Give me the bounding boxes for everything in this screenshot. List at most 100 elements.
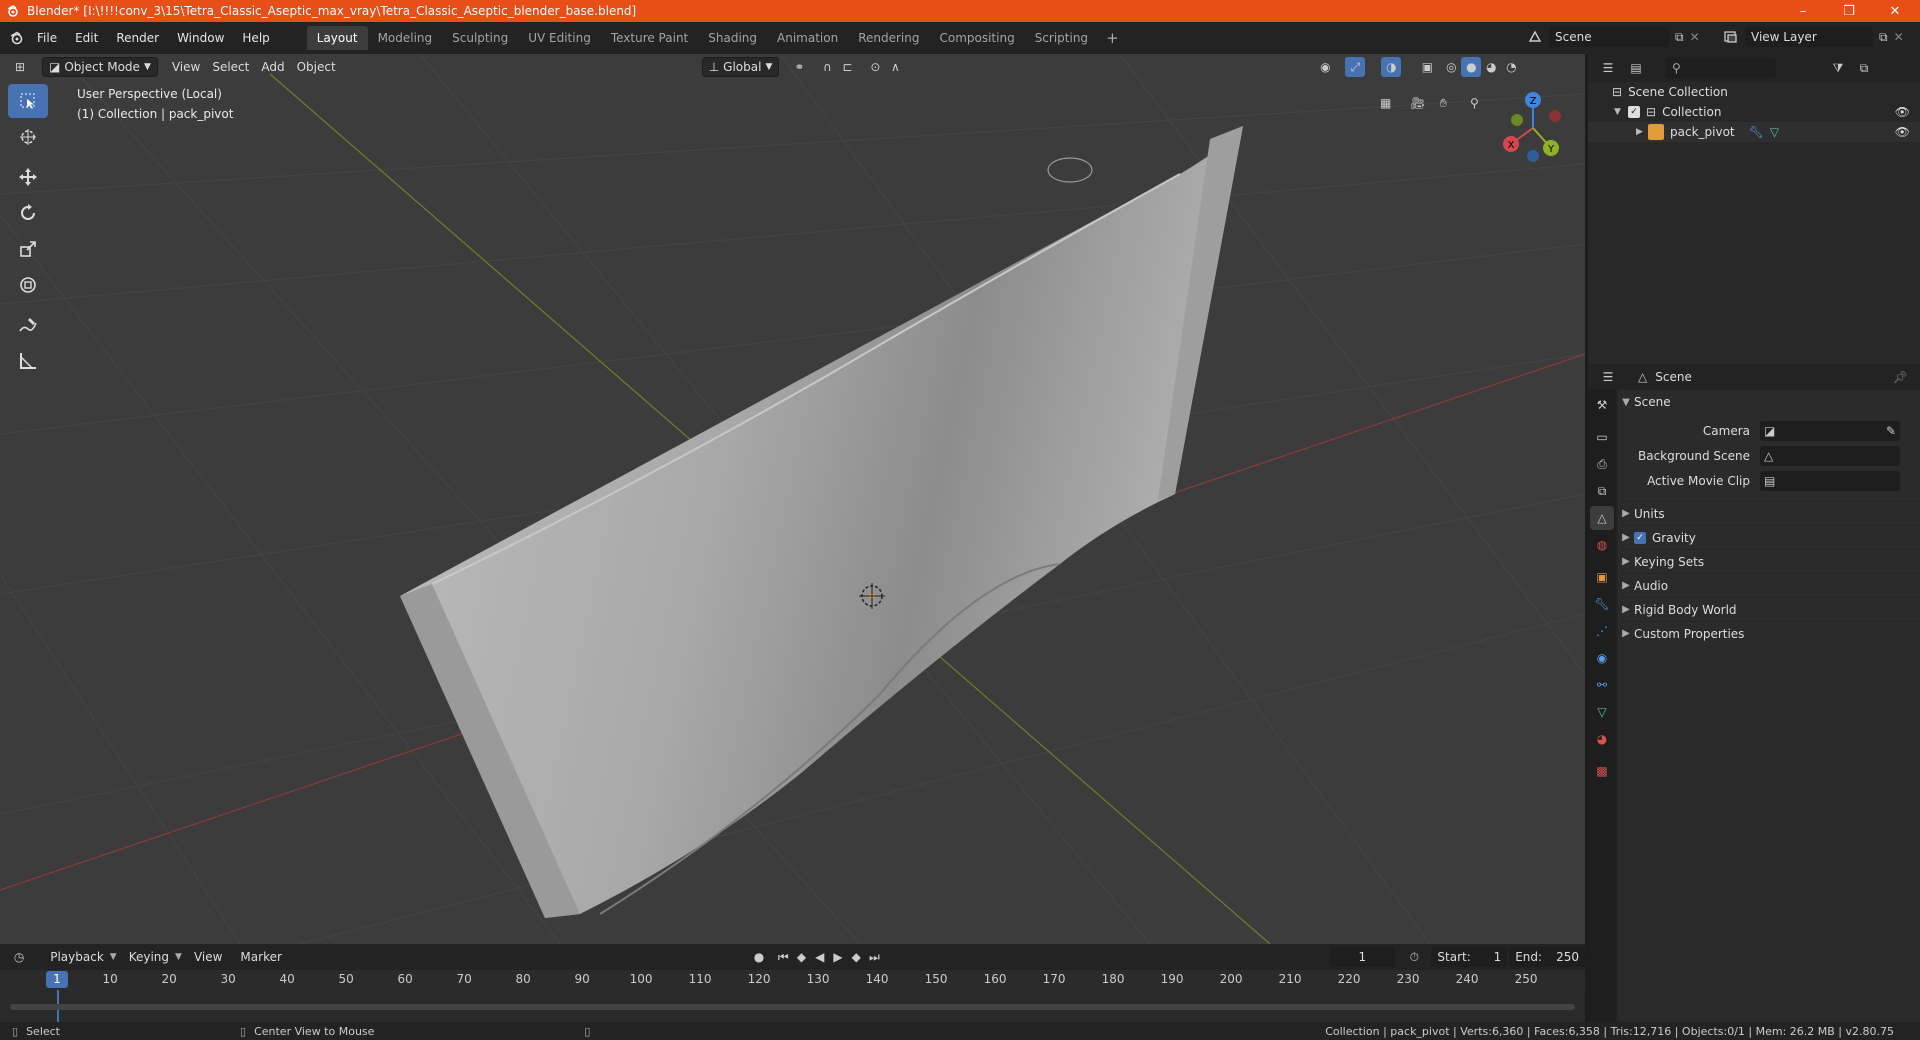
view-layer-selector[interactable]: View Layer ⧉ ✕ [1723,26,1913,48]
tab-object[interactable]: ▣ [1590,565,1614,589]
tab-render[interactable]: ▭ [1590,425,1614,449]
play-icon[interactable]: ▶ [829,947,847,967]
menu-help[interactable]: Help [233,22,278,54]
minimize-button[interactable]: – [1780,0,1826,22]
timeline-scrollbar[interactable] [10,1004,1575,1010]
tab-texture[interactable]: ▩ [1590,759,1614,783]
pin-icon[interactable]: 📌︎ [1893,370,1908,384]
outliner-search-input[interactable]: ⚲ [1666,58,1776,78]
move-tool[interactable] [8,160,48,194]
wireframe-shading-icon[interactable]: ◎ [1441,57,1461,77]
tab-uv-editing[interactable]: UV Editing [518,26,601,50]
pack-pivot-mesh[interactable] [400,126,1243,918]
custom-properties-panel[interactable]: ▶ Custom Properties [1618,621,1920,645]
outliner-editor-type-icon[interactable]: ☰ [1598,58,1618,78]
orientation-dropdown[interactable]: ⊥ Global ▼ [701,57,780,77]
eye-icon[interactable]: 👁︎ [1895,105,1910,119]
transform-tool[interactable] [8,268,48,302]
tab-view-layer[interactable]: ⧉ [1590,479,1614,503]
overlay-toggle-icon[interactable]: ◑ [1381,57,1402,77]
editor-type-icon[interactable]: ⊞ [10,57,30,77]
menu-file[interactable]: File [28,22,66,54]
scene-selector[interactable]: Scene ⧉ ✕ [1527,26,1710,48]
viewport-scene[interactable] [0,54,1585,944]
frame-ruler[interactable]: 1 10 20 30 40 50 60 70 80 90 100 110 120 130 140 150 160… [0,970,1585,990]
properties-editor-type-icon[interactable]: ☰ [1598,367,1618,387]
menu-edit[interactable]: Edit [66,22,107,54]
stopwatch-icon[interactable]: ⏱︎ [1405,947,1423,967]
material-shading-icon[interactable]: ◕ [1481,57,1501,77]
view-layer-field[interactable]: View Layer [1745,27,1873,47]
filter-icon[interactable]: ⧩ [1828,58,1848,78]
new-collection-icon[interactable]: ⧉ [1854,58,1874,78]
falloff-icon[interactable]: ∧ [885,57,905,77]
delete-view-layer-icon[interactable]: ✕ [1894,30,1904,44]
display-mode-icon[interactable]: ▤ [1626,58,1646,78]
tab-material[interactable]: ◕ [1590,727,1614,751]
eyedropper-icon[interactable]: ✎ [1886,424,1896,438]
mesh-data-icon[interactable]: ▽ [1770,125,1779,139]
background-scene-field[interactable]: △ [1760,445,1900,466]
jump-start-icon[interactable]: ⏮︎ [774,947,792,967]
proportional-edit-icon[interactable]: ⊙ [865,57,885,77]
gravity-checkbox[interactable]: ✓ [1634,531,1646,544]
tab-layout[interactable]: Layout [306,26,368,50]
timeline-menu-view[interactable]: View [188,947,228,967]
tab-physics[interactable]: ◉ [1590,646,1614,670]
play-reverse-icon[interactable]: ◀ [811,947,829,967]
cursor-tool[interactable] [8,120,48,154]
expand-arrow-icon[interactable]: ▼ [1614,107,1628,117]
jump-keyframe-forward-icon[interactable]: ◆ [847,947,865,967]
viewport-menu-select[interactable]: Select [206,57,255,77]
scale-tool[interactable] [8,232,48,266]
add-workspace-button[interactable]: + [1098,26,1127,50]
rigid-body-world-panel[interactable]: ▶ Rigid Body World [1618,597,1920,621]
viewport-menu-object[interactable]: Object [291,57,342,77]
jump-keyframe-back-icon[interactable]: ◆ [792,947,810,967]
tab-texture-paint[interactable]: Texture Paint [601,26,698,50]
current-frame-marker[interactable]: 1 [46,971,68,988]
close-button[interactable]: ✕ [1872,0,1918,22]
scene-panel-header[interactable]: ▼ Scene [1618,390,1920,414]
tab-modeling[interactable]: Modeling [368,26,443,50]
eye-icon[interactable]: 👁︎ [1895,125,1910,139]
tab-particles[interactable]: ⋰ [1590,619,1614,643]
expand-arrow-icon[interactable]: ▶ [1636,127,1648,137]
outliner-row-pack-pivot[interactable]: ▶ pack_pivot 🔧︎ ▽ 👁︎ [1588,122,1920,142]
outliner-row-collection[interactable]: ▼ ✓ ⊟ Collection 👁︎ [1588,102,1920,122]
tab-rendering[interactable]: Rendering [848,26,929,50]
annotate-tool[interactable] [8,308,48,342]
object-mode-dropdown[interactable]: ◪ Object Mode ▼ [42,57,158,77]
xray-icon[interactable]: ▣ [1417,57,1437,77]
movie-clip-field[interactable]: ▤ [1760,470,1900,491]
select-box-tool[interactable] [8,84,48,118]
camera-field[interactable]: ◪ ✎ [1760,420,1900,441]
start-frame-field[interactable]: Start: 1 [1431,947,1508,967]
solid-shading-icon[interactable]: ● [1461,57,1482,77]
timeline-menu-playback[interactable]: Playback [44,947,110,967]
gravity-panel[interactable]: ▶ ✓ Gravity [1618,525,1920,549]
tab-constraints[interactable]: ⚯ [1590,673,1614,697]
grid-view-icon[interactable]: ▦ [1380,96,1391,110]
new-scene-icon[interactable]: ⧉ [1675,30,1684,45]
tab-compositing[interactable]: Compositing [929,26,1024,50]
rotate-tool[interactable] [8,196,48,230]
maximize-button[interactable]: ❐ [1826,0,1872,22]
snap-target-icon[interactable]: ⊏ [837,57,857,77]
outliner-row-scene-collection[interactable]: ⊟ Scene Collection [1588,82,1920,102]
tab-shading[interactable]: Shading [698,26,767,50]
tab-tool[interactable]: ⚒ [1590,393,1614,417]
jump-end-icon[interactable]: ⏭︎ [865,947,883,967]
tab-world[interactable]: ◍ [1590,533,1614,557]
tab-animation[interactable]: Animation [767,26,848,50]
delete-scene-icon[interactable]: ✕ [1690,30,1700,44]
navigation-gizmo[interactable]: Z X Y [1495,88,1575,168]
tab-data[interactable]: ▽ [1590,700,1614,724]
tab-output[interactable]: ⎙ [1590,452,1614,476]
gizmo-toggle-icon[interactable]: ⤢ [1345,57,1366,77]
units-panel[interactable]: ▶ Units [1618,501,1920,525]
collection-checkbox[interactable]: ✓ [1628,106,1640,118]
pivot-point-icon[interactable]: ⚭ [789,57,809,77]
snap-icon[interactable]: ∩ [817,57,837,77]
camera-view-icon[interactable]: 🎥︎ [1410,96,1425,110]
